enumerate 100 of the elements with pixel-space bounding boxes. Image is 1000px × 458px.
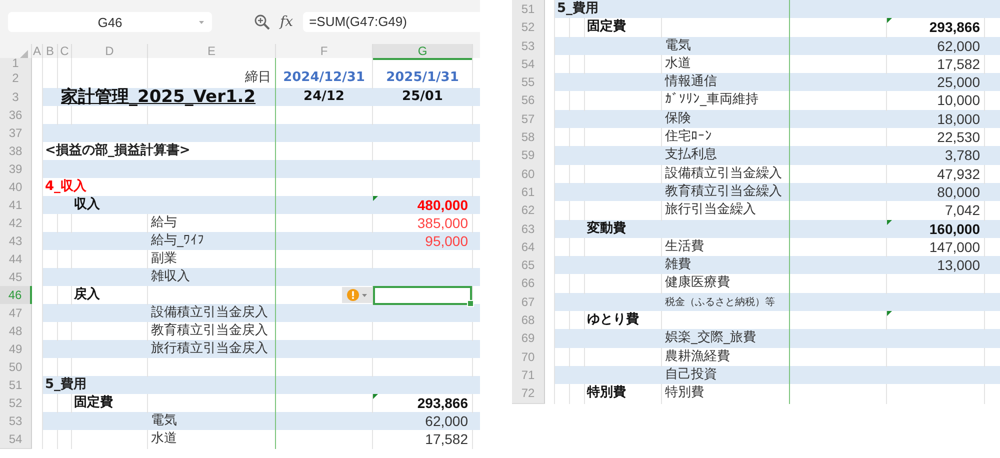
row-number[interactable]: 52	[512, 18, 545, 38]
row-number[interactable]: 50	[0, 358, 32, 377]
section-heading: 4_収入	[45, 179, 87, 194]
item-label: 副業	[150, 251, 177, 266]
row-number[interactable]: 3	[0, 88, 32, 108]
amount-cell-text: 7,042	[944, 201, 981, 220]
row-number[interactable]: 58	[512, 128, 545, 148]
category-label: 固定費	[586, 19, 626, 34]
item-label: 住宅ﾛｰﾝ	[664, 129, 712, 144]
section-heading: 5_費用	[557, 1, 599, 16]
row-number[interactable]: 72	[512, 384, 545, 404]
row-number[interactable]: 40	[0, 178, 32, 197]
item-label: 電気	[150, 413, 177, 428]
row-number[interactable]: 53	[512, 36, 545, 56]
item-label: 農耕漁経費	[664, 348, 730, 364]
error-options-button[interactable]	[342, 287, 372, 303]
row-number[interactable]: 56	[512, 91, 545, 111]
amount-cell-text: 17,582	[936, 54, 981, 74]
item-label: ｶﾞｿﾘﾝ_車両維持	[664, 92, 758, 108]
row-number[interactable]: 43	[0, 232, 32, 251]
item-label: 支払利息	[664, 147, 717, 162]
amount-cell-text: 3,780	[944, 146, 981, 165]
row-number[interactable]: 55	[512, 73, 545, 92]
row-number[interactable]: 47	[0, 304, 32, 323]
amount-cell-text: 147,000	[928, 238, 981, 256]
row-number[interactable]: 66	[512, 274, 545, 294]
sheet-title: 家計管理_2025_Ver1.2	[60, 87, 256, 107]
amount-cell-text: 62,000	[936, 36, 981, 55]
row-number[interactable]: 60	[512, 164, 545, 184]
row-number[interactable]: 63	[512, 220, 545, 239]
row-number[interactable]: 69	[512, 329, 545, 349]
category-label: 固定費	[73, 395, 113, 410]
name-box[interactable]: G46	[8, 12, 212, 32]
amount-cell-text: 80,000	[936, 182, 981, 202]
row-number[interactable]: 68	[512, 311, 545, 330]
row-number[interactable]: 45	[0, 268, 32, 287]
item-label: 雑収入	[150, 269, 190, 284]
item-label: 給与_ﾜｲﾌ	[150, 233, 204, 248]
magnifier-icon	[254, 14, 270, 30]
column-header[interactable]: C	[58, 44, 72, 60]
row-number[interactable]: 62	[512, 201, 545, 221]
row-number[interactable]: 1	[0, 58, 32, 69]
row-number[interactable]: 67	[512, 292, 545, 312]
category-label: 収入	[73, 197, 100, 212]
row-number[interactable]: 71	[512, 366, 545, 386]
row-number[interactable]: 53	[0, 412, 32, 431]
row-number[interactable]: 64	[512, 238, 545, 258]
row-number[interactable]: 51	[0, 376, 32, 395]
row-number[interactable]: 54	[512, 54, 545, 74]
formula-field[interactable]: =SUM(G47:G49)	[303, 12, 480, 32]
column-header[interactable]: D	[72, 44, 148, 60]
row-number[interactable]: 38	[0, 142, 32, 161]
amount-cell-text: 293,866	[928, 18, 981, 37]
amount-cell-text: 480,000	[416, 196, 469, 214]
row-number[interactable]: 37	[0, 124, 32, 143]
row-number[interactable]: 42	[0, 214, 32, 233]
section-heading: <損益の部_損益計算書>	[45, 143, 190, 158]
row-number[interactable]: 61	[512, 182, 545, 202]
row-number[interactable]: 41	[0, 196, 32, 215]
column-header[interactable]: B	[43, 44, 58, 60]
row-number[interactable]: 39	[0, 160, 32, 179]
row-number[interactable]: 44	[0, 250, 32, 269]
date-cell: 2025/1/31	[386, 70, 459, 85]
section-heading: 5_費用	[45, 377, 87, 392]
item-label: 保険	[664, 110, 691, 126]
amount-cell-text: 293,866	[416, 394, 469, 412]
item-label: 娯楽_交際_旅費	[664, 330, 756, 346]
row-number[interactable]: 52	[0, 394, 32, 413]
active-cell[interactable]	[373, 286, 472, 305]
row-number[interactable]: 65	[512, 256, 545, 276]
category-label: 戻入	[72, 287, 100, 302]
item-label: 水道	[664, 56, 691, 71]
row-number[interactable]: 48	[0, 322, 32, 341]
row-number[interactable]: 54	[0, 430, 32, 449]
item-label: 税金（ふるさと納税）等	[664, 296, 775, 308]
row-number[interactable]: 51	[512, 0, 545, 20]
column-header[interactable]: G	[373, 44, 473, 60]
row-number[interactable]: 70	[512, 348, 545, 367]
period-cell: 24/12	[304, 89, 344, 104]
function-button[interactable]: fx	[274, 14, 300, 30]
row-number[interactable]: 36	[0, 106, 32, 125]
row-number[interactable]: 49	[0, 340, 32, 359]
item-label: 教育積立引当金繰入	[664, 184, 782, 199]
row-number[interactable]: 59	[512, 146, 545, 166]
row-number[interactable]: 57	[512, 110, 545, 130]
item-label: 設備積立引当金戻入	[150, 305, 268, 320]
amount-cell-text: 18,000	[936, 110, 981, 128]
amount-cell-text: 47,932	[936, 164, 981, 183]
row-number[interactable]: 46	[0, 286, 32, 305]
amount-cell-text: 95,000	[424, 232, 469, 250]
item-label: 水道	[150, 431, 177, 446]
amount-cell-text: 160,000	[928, 220, 981, 238]
column-header[interactable]: E	[148, 44, 276, 60]
row-number[interactable]: 2	[0, 68, 32, 89]
caret-icon	[362, 294, 367, 296]
amount-cell-text: 10,000	[936, 91, 981, 110]
item-label: 特別費	[664, 385, 704, 400]
amount-cell-text: 25,000	[936, 73, 981, 92]
item-label: 旅行引当金繰入	[664, 202, 756, 218]
caret-icon	[199, 21, 204, 24]
